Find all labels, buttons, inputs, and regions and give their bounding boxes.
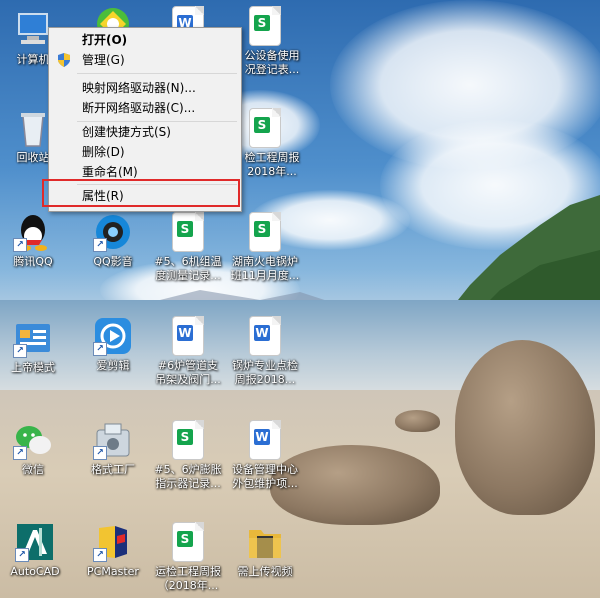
spreadsheet-icon: S [249, 108, 281, 148]
desktop-icon-weekly-report[interactable]: S 运检工程周报 （2018年... [153, 522, 223, 593]
menu-item-label: 管理(G) [82, 53, 125, 67]
spreadsheet-badge-icon: S [254, 221, 270, 237]
shortcut-arrow-icon: ↗ [13, 238, 27, 252]
shortcut-arrow-icon: ↗ [13, 446, 27, 460]
shortcut-arrow-icon: ↗ [93, 238, 107, 252]
shortcut-arrow-icon: ↗ [93, 446, 107, 460]
spreadsheet-icon: S [172, 522, 204, 562]
menu-item-manage[interactable]: 管理(G) [50, 50, 238, 70]
god-mode-icon: ↗ [13, 318, 53, 358]
spreadsheet-icon: S [172, 420, 204, 460]
icon-label: PCMaster [87, 565, 139, 578]
desktop-icon-autocad[interactable]: ↗ AutoCAD [0, 522, 70, 579]
menu-item-open[interactable]: 打开(O) [50, 30, 238, 50]
spreadsheet-icon: S [249, 212, 281, 252]
desktop-icon-qq-player[interactable]: ↗ QQ影音 [78, 212, 148, 269]
desktop-icon-pipe-support[interactable]: W #6炉管道支 吊架及阀门... [153, 316, 223, 387]
computer-icon [13, 10, 53, 50]
desktop-icon-temp-record[interactable]: S #5、6机组温 度测量记录... [153, 212, 223, 283]
desktop-icon-qq[interactable]: ↗ 腾讯QQ [0, 212, 68, 269]
desktop-icon-god-mode[interactable]: ↗ 上帝模式 [0, 318, 68, 375]
desktop-icon-video-folder[interactable]: 需上传视频 [230, 522, 300, 579]
spreadsheet-badge-icon: S [177, 531, 193, 547]
menu-item-create-shortcut[interactable]: 创建快捷方式(S) [50, 122, 238, 142]
spreadsheet-icon: S [249, 6, 281, 46]
word-doc-icon: W [172, 316, 204, 356]
recycle-bin-icon [13, 108, 53, 148]
menu-item-map-network-drive[interactable]: 映射网络驱动器(N)... [50, 78, 238, 98]
autocad-icon: ↗ [15, 522, 55, 562]
icon-label: #5、6机组温 度测量记录... [154, 255, 222, 282]
spreadsheet-badge-icon: S [254, 117, 270, 133]
format-factory-icon: ↗ [93, 420, 133, 460]
qq-player-icon: ↗ [93, 212, 133, 252]
menu-separator [77, 73, 237, 74]
icon-label: 湖南火电锅炉 班11月月度... [230, 255, 300, 282]
icon-label: #5、6炉膨胀 指示器记录... [154, 463, 222, 490]
menu-item-disconnect-network-drive[interactable]: 断开网络驱动器(C)... [50, 98, 238, 118]
properties-highlight-box [42, 179, 240, 207]
shortcut-arrow-icon: ↗ [93, 548, 107, 562]
icon-label: AutoCAD [10, 565, 60, 578]
icon-label: 爱剪辑 [96, 359, 130, 372]
icon-label: 腾讯QQ [13, 255, 53, 268]
spreadsheet-badge-icon: S [177, 429, 193, 445]
icon-label: 锅炉专业点检 周报2018... [232, 359, 298, 386]
desktop-icon-wechat[interactable]: ↗ 微信 [0, 420, 68, 477]
desktop-icon-video-editor[interactable]: ↗ 爱剪辑 [78, 316, 148, 373]
shortcut-arrow-icon: ↗ [13, 344, 27, 358]
icon-label: 运检工程周报 （2018年... [155, 565, 221, 592]
spreadsheet-badge-icon: S [254, 15, 270, 31]
qq-icon: ↗ [13, 212, 53, 252]
pcmaster-icon: ↗ [93, 522, 133, 562]
desktop-icon-expansion-record[interactable]: S #5、6炉膨胀 指示器记录... [153, 420, 223, 491]
desktop-icon-format-factory[interactable]: ↗ 格式工厂 [78, 420, 148, 477]
shortcut-arrow-icon: ↗ [93, 342, 107, 356]
word-doc-icon: W [249, 420, 281, 460]
menu-item-delete[interactable]: 删除(D) [50, 142, 238, 162]
word-badge-icon: W [254, 325, 270, 341]
word-doc-icon: W [249, 316, 281, 356]
icon-label: 微信 [22, 463, 44, 476]
spreadsheet-icon: S [172, 212, 204, 252]
rock [395, 410, 440, 432]
word-badge-icon: W [254, 429, 270, 445]
shortcut-arrow-icon: ↗ [15, 548, 29, 562]
desktop-icon-boiler-weekly[interactable]: W 锅炉专业点检 周报2018... [230, 316, 300, 387]
icon-label: #6炉管道支 吊架及阀门... [155, 359, 221, 386]
icon-label: 上帝模式 [11, 361, 55, 374]
desktop-icon-boiler-monthly[interactable]: S 湖南火电锅炉 班11月月度... [230, 212, 300, 283]
desktop-icon-outsourcing[interactable]: W 设备管理中心 外包维护项... [230, 420, 300, 491]
icon-label: 需上传视频 [237, 565, 293, 578]
desktop-icon-pcmaster[interactable]: ↗ PCMaster [78, 522, 148, 579]
icon-label: 格式工厂 [91, 463, 135, 476]
icon-label: 设备管理中心 外包维护项... [232, 463, 298, 490]
rock [455, 340, 595, 515]
icon-label: QQ影音 [93, 255, 133, 268]
word-badge-icon: W [177, 325, 193, 341]
shield-icon [58, 53, 70, 67]
wechat-icon: ↗ [13, 420, 53, 460]
video-editor-icon: ↗ [93, 316, 133, 356]
spreadsheet-badge-icon: S [177, 221, 193, 237]
folder-icon [245, 522, 285, 562]
